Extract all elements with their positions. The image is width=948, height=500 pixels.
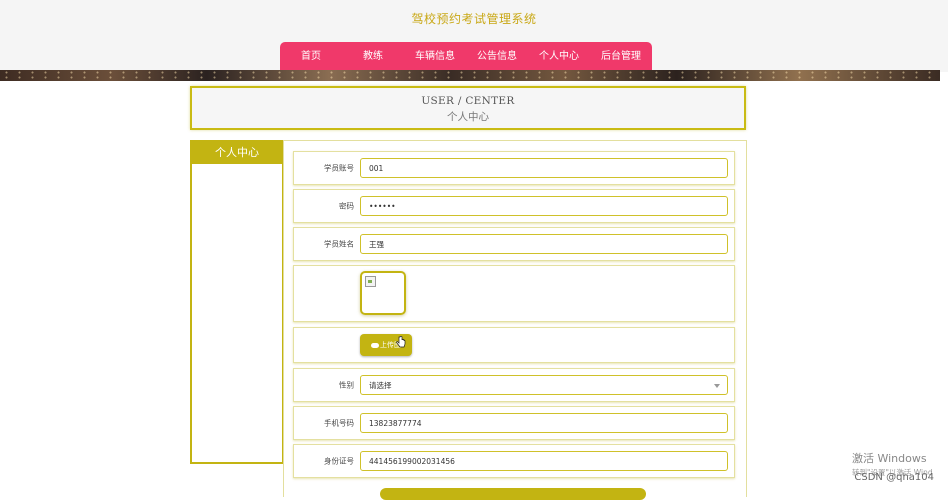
submit-button[interactable]	[380, 488, 646, 500]
broken-image-icon	[365, 276, 376, 287]
top-header-area: 驾校预约考试管理系统 首页 教练 车辆信息 公告信息 个人中心 后台管理	[0, 0, 948, 72]
cloud-upload-icon	[371, 343, 379, 348]
account-input[interactable]: 001	[360, 158, 728, 178]
avatar-image[interactable]	[360, 271, 406, 315]
page-header-box: USER / CENTER 个人中心	[190, 86, 746, 130]
id-number-input[interactable]: 441456199002031456	[360, 451, 728, 471]
nav-item-coach[interactable]: 教练	[342, 42, 404, 72]
name-input[interactable]: 王强	[360, 234, 728, 254]
id-number-label: 身份证号	[324, 456, 354, 466]
sidebar-item-user-center[interactable]: 个人中心	[192, 142, 282, 164]
form-row-avatar	[293, 265, 735, 322]
profile-form: 学员账号 001 密码 •••••• 学员姓名 王强 上传图 性别 请选择 手机…	[283, 140, 747, 497]
nav-item-announcements[interactable]: 公告信息	[466, 42, 528, 72]
phone-label: 手机号码	[324, 418, 354, 428]
nav-item-home[interactable]: 首页	[280, 42, 342, 72]
site-title: 驾校预约考试管理系统	[411, 12, 537, 26]
csdn-credit: CSDN @qha104	[854, 472, 934, 483]
hand-cursor-icon	[396, 336, 406, 348]
gender-label: 性别	[339, 380, 354, 390]
gender-select-value: 请选择	[369, 381, 392, 390]
sidebar: 个人中心	[190, 140, 284, 464]
form-row-account: 学员账号 001	[293, 151, 735, 185]
chevron-down-icon	[714, 384, 720, 388]
password-input[interactable]: ••••••	[360, 196, 728, 216]
nav-item-vehicle-info[interactable]: 车辆信息	[404, 42, 466, 72]
form-row-upload: 上传图	[293, 327, 735, 363]
nav-item-user-center[interactable]: 个人中心	[528, 42, 590, 72]
page-header-zh: 个人中心	[447, 111, 489, 123]
account-label: 学员账号	[324, 163, 354, 173]
main-nav: 首页 教练 车辆信息 公告信息 个人中心 后台管理	[280, 42, 652, 72]
banner-city-lights	[0, 70, 940, 81]
form-row-id-number: 身份证号 441456199002031456	[293, 444, 735, 478]
gender-select[interactable]: 请选择	[360, 375, 728, 395]
form-row-phone: 手机号码 13823877774	[293, 406, 735, 440]
password-label: 密码	[339, 201, 354, 211]
form-row-name: 学员姓名 王强	[293, 227, 735, 261]
phone-input[interactable]: 13823877774	[360, 413, 728, 433]
name-label: 学员姓名	[324, 239, 354, 249]
form-row-password: 密码 ••••••	[293, 189, 735, 223]
form-row-gender: 性别 请选择	[293, 368, 735, 402]
page-header-en: USER / CENTER	[421, 95, 515, 107]
nav-item-admin[interactable]: 后台管理	[590, 42, 652, 72]
watermark-title: 激活 Windows	[852, 452, 927, 465]
